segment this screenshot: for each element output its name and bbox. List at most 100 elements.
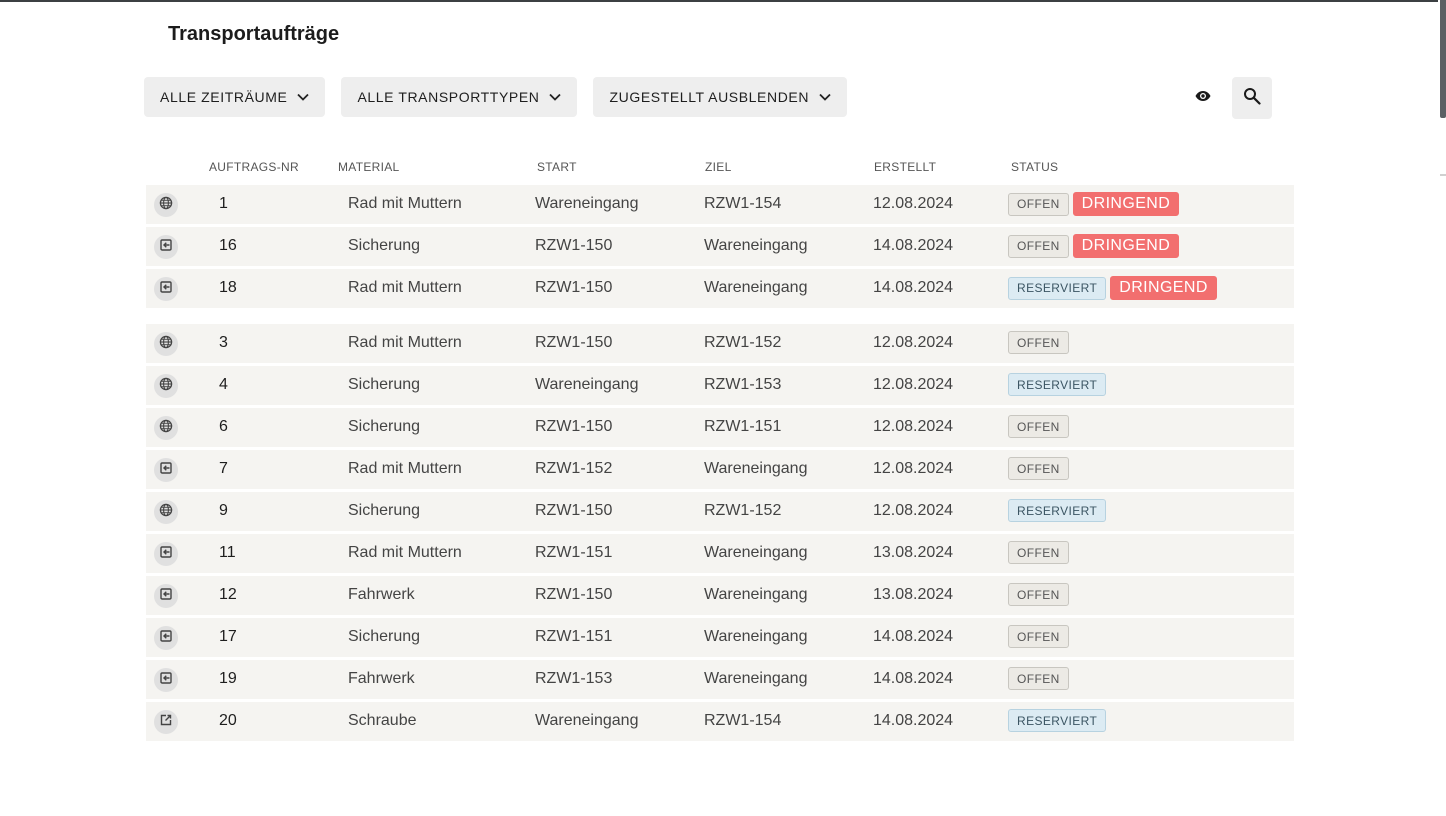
material: Sicherung [348, 418, 421, 435]
order-number: 6 [219, 418, 228, 435]
globe-icon [159, 335, 173, 354]
destination: RZW1-152 [704, 334, 782, 351]
created-date: 14.08.2024 [873, 712, 954, 729]
filter-transporttyp-dropdown[interactable]: ALLE TRANSPORTTYPEN [341, 77, 578, 117]
exit-icon [159, 461, 173, 480]
created-date: 12.08.2024 [873, 195, 954, 212]
order-number: 17 [219, 628, 237, 645]
scrollbar-thumb[interactable] [1440, 0, 1446, 118]
column-header-erstellt[interactable]: ERSTELLT [874, 160, 936, 174]
table-header: AUFTRAGS-NR MATERIAL START ZIEL ERSTELLT… [0, 160, 1446, 174]
order-number: 19 [219, 670, 237, 687]
material: Rad mit Muttern [348, 460, 462, 477]
status-badge: OFFEN [1008, 457, 1069, 480]
table-row[interactable]: 18 Rad mit Muttern RZW1-150 Wareneingang 14.… [146, 269, 1294, 308]
status-cell: OFFEN [1008, 457, 1069, 480]
material: Sicherung [348, 237, 421, 254]
urgent-badge: DRINGEND [1110, 276, 1217, 300]
globe-icon [159, 419, 173, 438]
status-cell: RESERVIERT [1008, 373, 1107, 396]
destination: RZW1-153 [704, 376, 782, 393]
transport-type-badge [154, 542, 178, 566]
table-row[interactable]: 11 Rad mit Muttern RZW1-151 Wareneingang 13.… [146, 534, 1294, 573]
scrollbar-track[interactable] [1438, 0, 1446, 816]
status-badge: RESERVIERT [1008, 276, 1107, 300]
material: Sicherung [348, 502, 421, 519]
material: Fahrwerk [348, 670, 415, 687]
table-row[interactable]: 12 Fahrwerk RZW1-150 Wareneingang 13.08.2024… [146, 576, 1294, 615]
status-cell: OFFEN [1008, 667, 1069, 690]
exit-icon [159, 629, 173, 648]
column-header-status[interactable]: STATUS [1011, 160, 1058, 174]
page-title: Transportaufträge [168, 23, 340, 45]
order-number: 16 [219, 237, 237, 254]
destination: RZW1-154 [704, 195, 782, 212]
table-row[interactable]: 9 Sicherung RZW1-150 RZW1-152 12.08.2024 RESE… [146, 492, 1294, 531]
start-location: Wareneingang [535, 376, 639, 393]
transport-type-badge [154, 332, 178, 356]
created-date: 12.08.2024 [873, 502, 954, 519]
material: Fahrwerk [348, 586, 415, 603]
status-badge: OFFEN [1008, 541, 1069, 564]
column-header-nr[interactable]: AUFTRAGS-NR [209, 160, 299, 174]
order-number: 4 [219, 376, 228, 393]
created-date: 14.08.2024 [873, 628, 954, 645]
globe-icon [159, 196, 173, 215]
material: Rad mit Muttern [348, 279, 462, 296]
material: Sicherung [348, 628, 421, 645]
status-badge: RESERVIERT [1008, 499, 1107, 522]
table-row[interactable]: 20 Schraube Wareneingang RZW1-154 14.08.2024… [146, 702, 1294, 741]
status-cell: OFFEN [1008, 541, 1069, 564]
globe-icon [159, 503, 173, 522]
status-badge: RESERVIERT [1008, 709, 1107, 732]
order-number: 1 [219, 195, 228, 212]
filter-transporttyp-label: ALLE TRANSPORTTYPEN [357, 89, 540, 105]
material: Rad mit Muttern [348, 334, 462, 351]
material: Sicherung [348, 376, 421, 393]
visibility-toggle-button[interactable] [1189, 84, 1217, 112]
order-number: 20 [219, 712, 237, 729]
transport-type-badge [154, 584, 178, 608]
filter-zeitraum-dropdown[interactable]: ALLE ZEITRÄUME [144, 77, 326, 117]
column-header-material[interactable]: MATERIAL [338, 160, 400, 174]
chevron-down-icon [297, 91, 310, 103]
material: Rad mit Muttern [348, 544, 462, 561]
created-date: 14.08.2024 [873, 237, 954, 254]
destination: Wareneingang [704, 460, 808, 477]
destination: Wareneingang [704, 237, 808, 254]
transport-type-badge [154, 500, 178, 524]
transport-type-badge [154, 668, 178, 692]
order-number: 9 [219, 502, 228, 519]
search-button[interactable] [1232, 77, 1272, 119]
order-number: 7 [219, 460, 228, 477]
globe-icon [159, 377, 173, 396]
table-row[interactable]: 3 Rad mit Muttern RZW1-150 RZW1-152 12.08.20… [146, 324, 1294, 363]
start-location: Wareneingang [535, 195, 639, 212]
status-badge: RESERVIERT [1008, 373, 1107, 396]
order-number: 12 [219, 586, 237, 603]
status-badge: OFFEN [1008, 667, 1069, 690]
table-row[interactable]: 1 Rad mit Muttern Wareneingang RZW1-154 12.0… [146, 185, 1294, 224]
chevron-down-icon [819, 91, 831, 103]
column-header-ziel[interactable]: ZIEL [705, 160, 732, 174]
destination: Wareneingang [704, 586, 808, 603]
destination: Wareneingang [704, 628, 808, 645]
start-location: RZW1-152 [535, 460, 613, 477]
column-header-start[interactable]: START [537, 160, 577, 174]
table-row[interactable]: 16 Sicherung RZW1-150 Wareneingang 14.08.202… [146, 227, 1294, 266]
table-row[interactable]: 7 Rad mit Muttern RZW1-152 Wareneingang 12.0… [146, 450, 1294, 489]
filter-zugestellt-dropdown[interactable]: ZUGESTELLT AUSBLENDEN [593, 77, 848, 117]
table-row[interactable]: 19 Fahrwerk RZW1-153 Wareneingang 14.08.2024… [146, 660, 1294, 699]
created-date: 12.08.2024 [873, 376, 954, 393]
status-cell: RESERVIERT [1008, 499, 1107, 522]
start-location: RZW1-150 [535, 418, 613, 435]
table-row[interactable]: 4 Sicherung Wareneingang RZW1-153 12.08.2024… [146, 366, 1294, 405]
status-cell: RESERVIERT DRINGEND [1008, 276, 1217, 300]
filter-bar: ALLE ZEITRÄUME ALLE TRANSPORTTYPEN ZUGES… [144, 77, 848, 117]
transport-type-badge [154, 277, 178, 301]
created-date: 13.08.2024 [873, 586, 954, 603]
exit-icon [159, 280, 173, 299]
transport-type-badge [154, 374, 178, 398]
table-row[interactable]: 17 Sicherung RZW1-151 Wareneingang 14.08.202… [146, 618, 1294, 657]
table-row[interactable]: 6 Sicherung RZW1-150 RZW1-151 12.08.2024 OFFE… [146, 408, 1294, 447]
